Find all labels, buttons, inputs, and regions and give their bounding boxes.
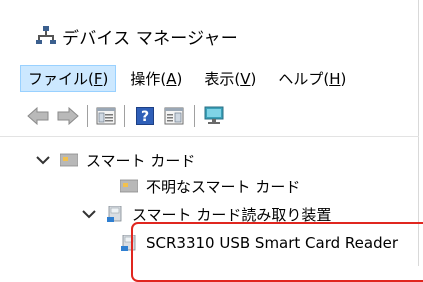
menu-action-mnemonic: A <box>166 69 177 88</box>
smart-card-icon <box>120 179 138 193</box>
properties-icon <box>96 107 116 125</box>
scan-hardware-button[interactable] <box>200 103 228 129</box>
tree-item-smart-cards[interactable]: スマート カード <box>36 147 195 173</box>
menu-help-mnemonic: H <box>329 69 341 88</box>
menu-bar: ファイル(F) 操作(A) 表示(V) ヘルプ(H) <box>20 64 360 92</box>
tree-item-unknown-smart-card[interactable]: 不明なスマート カード <box>120 173 300 199</box>
svg-text:?: ? <box>141 109 149 125</box>
tree-item-label: スマート カード <box>86 151 196 170</box>
console-button[interactable] <box>160 103 188 129</box>
properties-button[interactable] <box>92 103 120 129</box>
toolbar-separator <box>87 105 88 127</box>
toolbar-separator-3 <box>194 105 195 127</box>
help-button[interactable]: ? <box>131 103 159 129</box>
console-icon <box>164 107 184 125</box>
menu-help-tail: ) <box>340 69 347 88</box>
menu-view-label: 表示( <box>204 69 241 88</box>
menu-help-label: ヘルプ( <box>278 69 330 88</box>
monitor-icon <box>204 106 224 124</box>
toolbar-separator-2 <box>124 105 125 127</box>
menu-action-label: 操作( <box>130 69 167 88</box>
menu-action[interactable]: 操作(A) <box>122 65 190 92</box>
highlight-annotation <box>131 222 423 282</box>
menu-file-tail: ) <box>102 69 109 88</box>
menu-view[interactable]: 表示(V) <box>196 65 264 92</box>
forward-arrow-icon <box>57 107 79 125</box>
chevron-down-icon[interactable] <box>82 207 96 221</box>
device-manager-icon <box>36 26 56 44</box>
back-arrow-icon <box>27 107 49 125</box>
window-title: デバイス マネージャー <box>62 29 238 49</box>
menu-view-mnemonic: V <box>240 69 251 88</box>
smart-card-category-icon <box>60 153 78 167</box>
card-reader-category-icon <box>107 206 122 222</box>
help-icon: ? <box>136 107 154 125</box>
forward-button[interactable] <box>54 103 82 129</box>
menu-view-tail: ) <box>250 69 257 88</box>
chevron-down-icon[interactable] <box>36 153 50 167</box>
menu-file-label: ファイル( <box>28 69 94 88</box>
toolbar: ? <box>24 103 419 131</box>
title-bar: デバイス マネージャー <box>0 0 419 58</box>
menu-help[interactable]: ヘルプ(H) <box>270 65 354 92</box>
menu-action-tail: ) <box>176 69 183 88</box>
device-manager-window: デバイス マネージャー ファイル(F) 操作(A) 表示(V) ヘルプ(H) ?… <box>0 0 423 282</box>
menu-file-mnemonic: F <box>93 69 103 88</box>
menu-file[interactable]: ファイル(F) <box>20 64 117 92</box>
back-button[interactable] <box>24 103 52 129</box>
tree-item-label: 不明なスマート カード <box>146 177 301 196</box>
toolbar-divider <box>0 136 419 137</box>
